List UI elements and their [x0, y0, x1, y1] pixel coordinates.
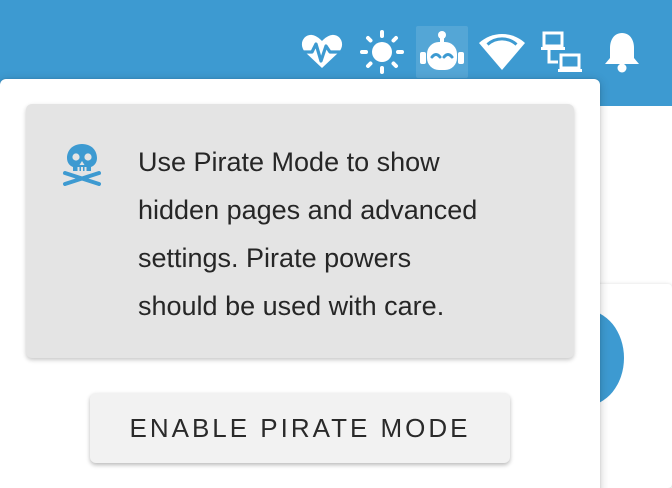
description-line: should be used with care. — [138, 291, 445, 321]
heartbeat-icon[interactable] — [296, 26, 348, 78]
bell-icon[interactable] — [596, 26, 648, 78]
wifi-icon[interactable] — [476, 26, 528, 78]
description-line: Use Pirate Mode to show — [138, 147, 440, 177]
description-line: settings. Pirate powers — [138, 243, 412, 273]
skull-crossbones-icon — [63, 144, 101, 186]
robot-icon[interactable] — [416, 26, 468, 78]
brightness-icon[interactable] — [356, 26, 408, 78]
enable-pirate-mode-button[interactable]: ENABLE PIRATE MODE — [90, 393, 510, 463]
pirate-mode-description: Use Pirate Mode to show hidden pages and… — [138, 138, 558, 330]
pirate-mode-popover: Use Pirate Mode to show hidden pages and… — [0, 79, 600, 488]
network-icon[interactable] — [536, 26, 588, 78]
description-line: hidden pages and advanced — [138, 195, 478, 225]
status-icon-bar — [296, 24, 656, 80]
pirate-mode-notice: Use Pirate Mode to show hidden pages and… — [26, 104, 574, 358]
